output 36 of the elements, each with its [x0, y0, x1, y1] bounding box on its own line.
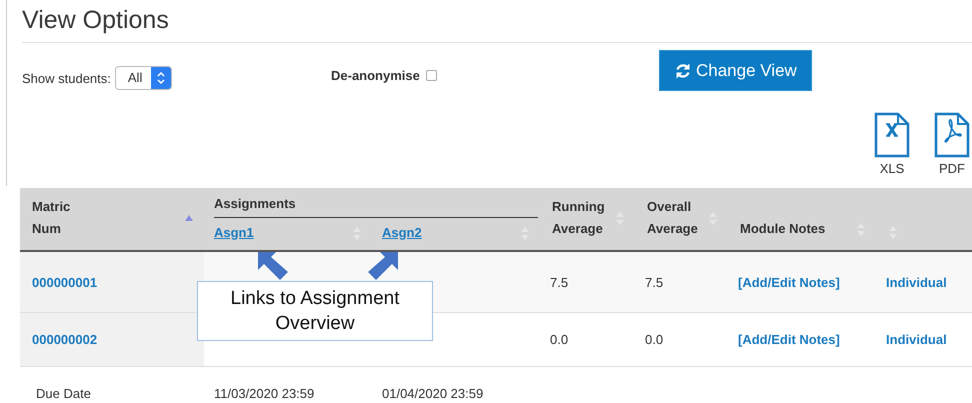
column-header: Module Notes [740, 220, 826, 238]
student-link[interactable]: 000000001 [32, 274, 98, 290]
column-header: Running Average [552, 198, 606, 238]
notes-link[interactable]: [Add/Edit Notes] [738, 332, 840, 347]
callout-arrow [366, 250, 400, 282]
show-students-label: Show students: [22, 70, 111, 86]
student-link[interactable]: 000000002 [32, 332, 98, 347]
table-cell: 7.5 [550, 274, 568, 290]
assignment-link[interactable]: Asgn1 [214, 224, 254, 240]
show-students-select[interactable]: All [114, 66, 172, 90]
callout-box: Links to Assignment Overview [197, 281, 433, 341]
deanonymise-checkbox[interactable] [426, 70, 437, 81]
row-label: Due Date [36, 386, 91, 401]
notes-link[interactable]: [Add/Edit Notes] [738, 274, 840, 290]
assignment-link[interactable]: Asgn2 [382, 224, 422, 240]
individual-link[interactable]: Individual [886, 274, 947, 290]
callout-arrow [256, 250, 290, 282]
table-cell: 7.5 [645, 274, 664, 290]
due-date: 01/04/2020 23:59 [382, 386, 484, 401]
export-label: PDF [939, 161, 965, 176]
pdf-file-icon[interactable] [934, 112, 970, 158]
column-group-header: Assignments [214, 196, 538, 218]
stepper-icon [157, 71, 166, 85]
table-cell: 0.0 [550, 332, 568, 347]
page-title: View Options [22, 0, 972, 43]
deanonymise-label: De-anonymise [331, 68, 420, 83]
change-view-button[interactable]: Change View [659, 50, 812, 91]
sort-ascending-icon[interactable] [184, 214, 194, 222]
spreadsheet-file-icon[interactable] [874, 112, 910, 158]
column-header: Matric Num [32, 198, 72, 238]
refresh-icon [674, 62, 692, 80]
due-date: 11/03/2020 23:59 [214, 386, 314, 401]
table-cell: 0.0 [645, 332, 664, 347]
individual-link[interactable]: Individual [886, 332, 947, 347]
column-header: Overall Average [647, 198, 699, 238]
export-label: XLS [880, 161, 904, 176]
